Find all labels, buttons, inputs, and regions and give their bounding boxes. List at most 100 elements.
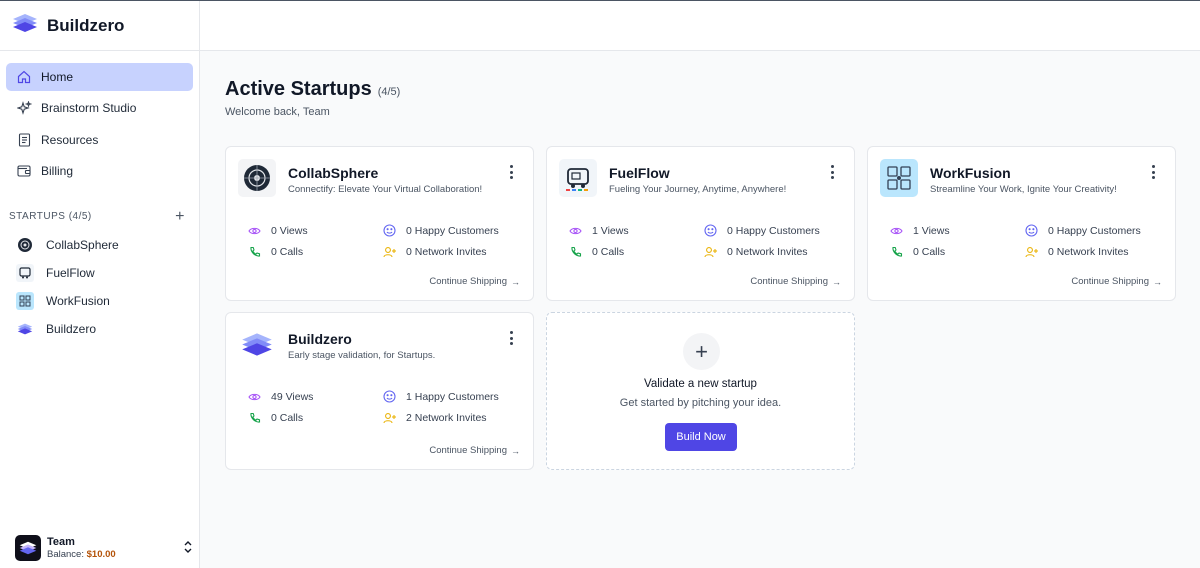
nav-label: Home <box>41 70 74 84</box>
welcome-text: Welcome back, Team <box>225 106 330 118</box>
user-plus-icon <box>1025 245 1038 258</box>
arrow-right-icon: → <box>1153 276 1162 287</box>
kebab-menu-icon[interactable] <box>509 331 513 345</box>
continue-shipping-link[interactable]: Continue Shipping → <box>1071 276 1162 287</box>
nav-item-home[interactable]: Home <box>6 63 193 91</box>
new-startup-title: Validate a new startup <box>644 378 757 390</box>
main-nav: Home Brainstorm Studio Resources Billing <box>0 51 199 185</box>
sidebar: Buildzero Home Brainstorm Studio Resourc… <box>0 1 200 568</box>
startup-name: CollabSphere <box>288 165 379 181</box>
calls-stat: 0 Calls <box>890 245 945 258</box>
nav-item-brainstorm-studio[interactable]: Brainstorm Studio <box>6 94 193 122</box>
calls-stat: 0 Calls <box>248 245 303 258</box>
continue-shipping-link[interactable]: Continue Shipping → <box>750 276 841 287</box>
startup-tagline: Early stage validation, for Startups. <box>288 350 436 361</box>
customers-stat: 0 Happy Customers <box>704 224 820 237</box>
sidebar-startup-label: CollabSphere <box>46 237 119 252</box>
customers-stat: 0 Happy Customers <box>1025 224 1141 237</box>
startup-name: FuelFlow <box>609 165 670 181</box>
invites-stat: 0 Network Invites <box>1025 245 1129 258</box>
new-startup-subtitle: Get started by pitching your idea. <box>619 397 782 409</box>
buildzero-logo-icon <box>16 320 34 338</box>
phone-icon <box>248 411 261 424</box>
top-bar <box>200 1 1200 51</box>
calls-stat: 0 Calls <box>569 245 624 258</box>
buildzero-logo-icon <box>12 13 38 38</box>
sidebar-startup-label: WorkFusion <box>46 293 110 308</box>
brand[interactable]: Buildzero <box>0 1 199 51</box>
phone-icon <box>248 245 261 258</box>
sidebar-startup-collabsphere[interactable]: CollabSphere <box>16 231 193 259</box>
smile-icon <box>1025 224 1038 237</box>
startup-tagline: Fueling Your Journey, Anytime, Anywhere! <box>609 184 787 195</box>
sidebar-startup-fuelflow[interactable]: FuelFlow <box>16 259 193 287</box>
startups-section-title: STARTUPS (4/5) <box>9 211 92 223</box>
smile-icon <box>704 224 717 237</box>
team-name: Team <box>47 535 75 548</box>
kebab-menu-icon[interactable] <box>1151 165 1155 179</box>
arrow-right-icon: → <box>511 276 520 287</box>
startups-section-header: STARTUPS (4/5) + <box>0 208 199 225</box>
views-stat: 1 Views <box>569 224 629 237</box>
page-title: Active Startups (4/5) <box>225 78 401 100</box>
nav-label: Billing <box>41 163 74 178</box>
invites-stat: 2 Network Invites <box>383 411 487 424</box>
sidebar-startup-buildzero[interactable]: Buildzero <box>16 315 193 343</box>
fuelflow-logo-icon <box>559 159 597 197</box>
home-icon <box>16 69 32 85</box>
startup-name: WorkFusion <box>930 165 1011 181</box>
sparkles-icon <box>16 100 32 116</box>
active-startups-count: (4/5) <box>377 86 401 98</box>
calls-stat: 0 Calls <box>248 411 303 424</box>
add-startup-plus-icon[interactable]: + <box>175 208 185 225</box>
invites-stat: 0 Network Invites <box>704 245 808 258</box>
views-stat: 0 Views <box>248 224 308 237</box>
eye-icon <box>569 224 582 237</box>
collabsphere-logo-icon <box>238 159 276 197</box>
new-startup-card[interactable]: + Validate a new startup Get started by … <box>546 312 855 470</box>
arrow-right-icon: → <box>832 276 841 287</box>
customers-stat: 0 Happy Customers <box>383 224 499 237</box>
startup-tagline: Connectify: Elevate Your Virtual Collabo… <box>288 184 483 195</box>
startup-card-collabsphere[interactable]: CollabSphere Connectify: Elevate Your Vi… <box>225 146 534 301</box>
user-plus-icon <box>383 411 396 424</box>
startup-list: CollabSphere FuelFlow WorkFusion Buildze… <box>0 225 199 343</box>
user-plus-icon <box>704 245 717 258</box>
invites-stat: 0 Network Invites <box>383 245 487 258</box>
sidebar-startup-label: Buildzero <box>46 321 97 336</box>
workfusion-logo-icon <box>16 291 34 310</box>
startup-tagline: Streamline Your Work, Ignite Your Creati… <box>930 184 1117 195</box>
views-stat: 1 Views <box>890 224 950 237</box>
sidebar-startup-workfusion[interactable]: WorkFusion <box>16 287 193 315</box>
wallet-icon <box>16 163 32 179</box>
startup-card-workfusion[interactable]: WorkFusion Streamline Your Work, Ignite … <box>867 146 1176 301</box>
collabsphere-logo-icon <box>16 236 34 254</box>
phone-icon <box>890 245 903 258</box>
nav-item-billing[interactable]: Billing <box>6 157 193 185</box>
arrow-right-icon: → <box>511 445 520 456</box>
build-now-button[interactable]: Build Now <box>665 423 737 451</box>
startup-name: Buildzero <box>288 331 352 347</box>
team-switcher[interactable]: Team Balance: $10.00 <box>0 528 199 568</box>
phone-icon <box>569 245 582 258</box>
team-avatar <box>15 535 41 561</box>
nav-item-resources[interactable]: Resources <box>6 126 193 154</box>
main-content: Active Startups (4/5) Welcome back, Team … <box>200 51 1200 568</box>
eye-icon <box>248 390 261 403</box>
chevron-up-down-icon[interactable] <box>183 540 193 559</box>
workfusion-logo-icon <box>880 159 918 197</box>
startup-card-buildzero[interactable]: Buildzero Early stage validation, for St… <box>225 312 534 470</box>
nav-label: Brainstorm Studio <box>41 101 137 116</box>
document-icon <box>16 132 32 148</box>
kebab-menu-icon[interactable] <box>830 165 834 179</box>
customers-stat: 1 Happy Customers <box>383 390 499 403</box>
continue-shipping-link[interactable]: Continue Shipping → <box>429 276 520 287</box>
buildzero-logo-icon <box>238 325 276 363</box>
fuelflow-logo-icon <box>16 263 34 282</box>
kebab-menu-icon[interactable] <box>509 165 513 179</box>
plus-icon[interactable]: + <box>683 333 720 370</box>
startup-card-fuelflow[interactable]: FuelFlow Fueling Your Journey, Anytime, … <box>546 146 855 301</box>
sidebar-startup-label: FuelFlow <box>46 265 95 280</box>
continue-shipping-link[interactable]: Continue Shipping → <box>429 445 520 456</box>
eye-icon <box>890 224 903 237</box>
